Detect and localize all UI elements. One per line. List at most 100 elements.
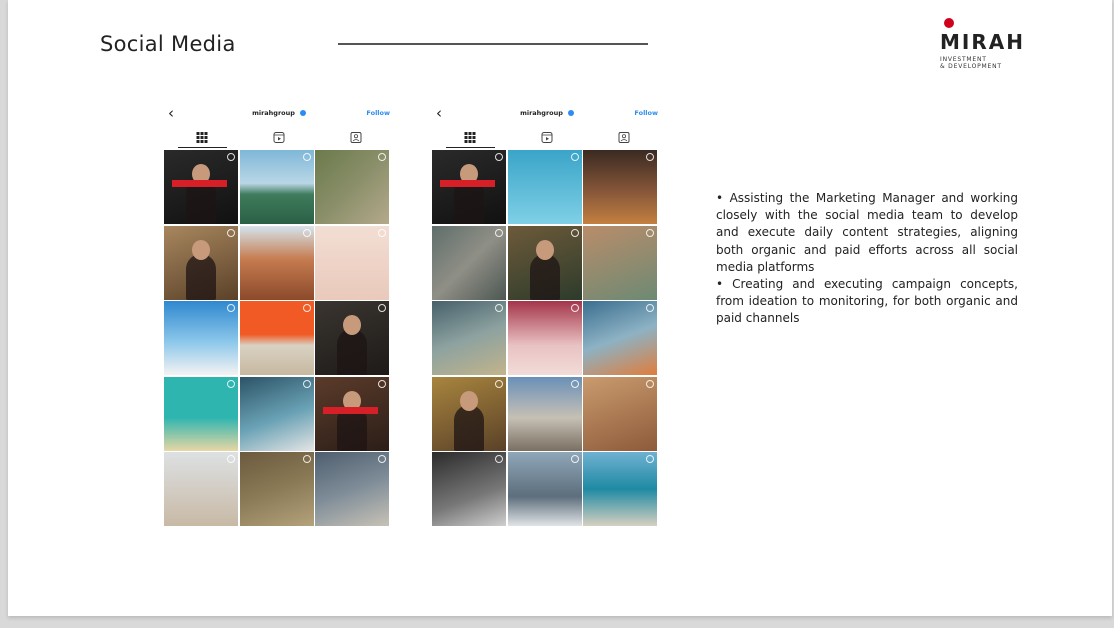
pinned-post-icon xyxy=(227,379,235,388)
tab-grid[interactable] xyxy=(432,128,509,148)
post-thumbnail[interactable] xyxy=(164,150,238,224)
pinned-post-icon xyxy=(227,228,235,237)
pinned-post-icon xyxy=(570,379,579,388)
pinned-post-icon xyxy=(302,153,311,161)
caption-banner xyxy=(440,180,495,187)
pinned-post-icon xyxy=(227,304,235,312)
page-title: Social Media xyxy=(100,32,236,56)
post-thumbnail[interactable] xyxy=(239,452,314,526)
post-thumbnail[interactable] xyxy=(432,225,506,300)
post-thumbnail[interactable] xyxy=(239,301,314,375)
profile-tabs xyxy=(432,128,662,148)
pinned-post-icon xyxy=(646,455,654,463)
profile-username-text: mirahgroup xyxy=(252,109,295,117)
instagram-profile-screenshot-2: ‹ mirahgroup Follow xyxy=(432,100,662,526)
person-head xyxy=(192,239,210,260)
tab-grid[interactable] xyxy=(164,128,241,148)
profile-username-text: mirahgroup xyxy=(520,109,563,117)
post-thumbnail[interactable] xyxy=(315,376,389,451)
pinned-post-icon xyxy=(302,304,311,312)
verified-badge-icon xyxy=(567,110,574,116)
logo-tagline: INVESTMENT & DEVELOPMENT xyxy=(940,56,1050,70)
pinned-post-icon xyxy=(378,153,386,161)
pinned-post-icon xyxy=(495,379,503,388)
logo-wordmark: MIRAH xyxy=(940,30,1025,54)
profile-username: mirahgroup xyxy=(432,109,662,117)
pinned-post-icon xyxy=(646,228,654,237)
logo-tagline-line2: & DEVELOPMENT xyxy=(940,63,1002,70)
post-thumbnail[interactable] xyxy=(164,301,238,375)
post-thumbnail[interactable] xyxy=(507,452,582,526)
post-thumbnail[interactable] xyxy=(239,376,314,451)
pinned-post-icon xyxy=(646,153,654,161)
slide: Social Media MIRAH INVESTMENT & DEVELOPM… xyxy=(8,0,1112,616)
person-silhouette xyxy=(337,329,367,375)
post-thumbnail[interactable] xyxy=(432,301,506,375)
post-thumbnail[interactable] xyxy=(507,150,582,224)
pinned-post-icon xyxy=(495,228,503,237)
post-thumbnail[interactable] xyxy=(239,150,314,224)
pinned-post-icon xyxy=(646,304,654,312)
logo-dot-icon xyxy=(944,18,954,28)
post-thumbnail[interactable] xyxy=(583,452,657,526)
post-thumbnail[interactable] xyxy=(507,301,582,375)
pinned-post-icon xyxy=(495,304,503,312)
pinned-post-icon xyxy=(302,455,311,463)
post-thumbnail[interactable] xyxy=(315,301,389,375)
person-head xyxy=(535,239,554,260)
tab-reels[interactable] xyxy=(241,128,318,148)
person-head xyxy=(343,315,361,335)
logo-tagline-line1: INVESTMENT xyxy=(940,56,987,63)
pinned-post-icon xyxy=(227,153,235,161)
pinned-post-icon xyxy=(378,455,386,463)
pinned-post-icon xyxy=(570,455,579,463)
follow-button[interactable]: Follow xyxy=(634,109,658,117)
person-head xyxy=(460,390,478,411)
person-silhouette xyxy=(529,253,560,300)
caption-banner xyxy=(172,180,227,187)
tab-reels[interactable] xyxy=(509,128,586,148)
pinned-post-icon xyxy=(570,228,579,237)
tab-tagged[interactable] xyxy=(317,128,394,148)
post-grid xyxy=(164,150,389,526)
follow-button[interactable]: Follow xyxy=(366,109,390,117)
pinned-post-icon xyxy=(302,379,311,388)
post-thumbnail[interactable] xyxy=(315,150,389,224)
profile-header: ‹ mirahgroup Follow xyxy=(432,100,662,128)
post-thumbnail[interactable] xyxy=(164,376,238,451)
pinned-post-icon xyxy=(378,228,386,237)
person-silhouette xyxy=(186,253,216,300)
profile-username: mirahgroup xyxy=(164,109,394,117)
instagram-profile-screenshot-1: ‹ mirahgroup Follow xyxy=(164,100,394,526)
mirah-logo: MIRAH INVESTMENT & DEVELOPMENT xyxy=(940,18,1050,78)
profile-header: ‹ mirahgroup Follow xyxy=(164,100,394,128)
post-thumbnail[interactable] xyxy=(583,301,657,375)
responsibilities-text: • Assisting the Marketing Manager and wo… xyxy=(716,190,1018,328)
bullet-item: • Creating and executing campaign concep… xyxy=(716,277,1018,326)
pinned-post-icon xyxy=(378,304,386,312)
post-thumbnail[interactable] xyxy=(315,452,389,526)
tab-tagged[interactable] xyxy=(585,128,662,148)
post-thumbnail[interactable] xyxy=(432,376,506,451)
pinned-post-icon xyxy=(646,379,654,388)
post-thumbnail[interactable] xyxy=(164,452,238,526)
caption-banner xyxy=(323,406,378,414)
person-silhouette xyxy=(454,404,484,451)
bullet-item: • Assisting the Marketing Manager and wo… xyxy=(716,191,1018,274)
pinned-post-icon xyxy=(495,455,503,463)
post-thumbnail[interactable] xyxy=(583,225,657,300)
post-thumbnail[interactable] xyxy=(432,452,506,526)
post-grid xyxy=(432,150,657,526)
pinned-post-icon xyxy=(570,153,579,161)
post-thumbnail[interactable] xyxy=(315,225,389,300)
post-thumbnail[interactable] xyxy=(583,150,657,224)
profile-tabs xyxy=(164,128,394,148)
post-thumbnail[interactable] xyxy=(239,225,314,300)
pinned-post-icon xyxy=(495,153,503,161)
post-thumbnail[interactable] xyxy=(432,150,506,224)
pinned-post-icon xyxy=(378,379,386,388)
post-thumbnail[interactable] xyxy=(164,225,238,300)
post-thumbnail[interactable] xyxy=(507,376,582,451)
post-thumbnail[interactable] xyxy=(507,225,582,300)
post-thumbnail[interactable] xyxy=(583,376,657,451)
